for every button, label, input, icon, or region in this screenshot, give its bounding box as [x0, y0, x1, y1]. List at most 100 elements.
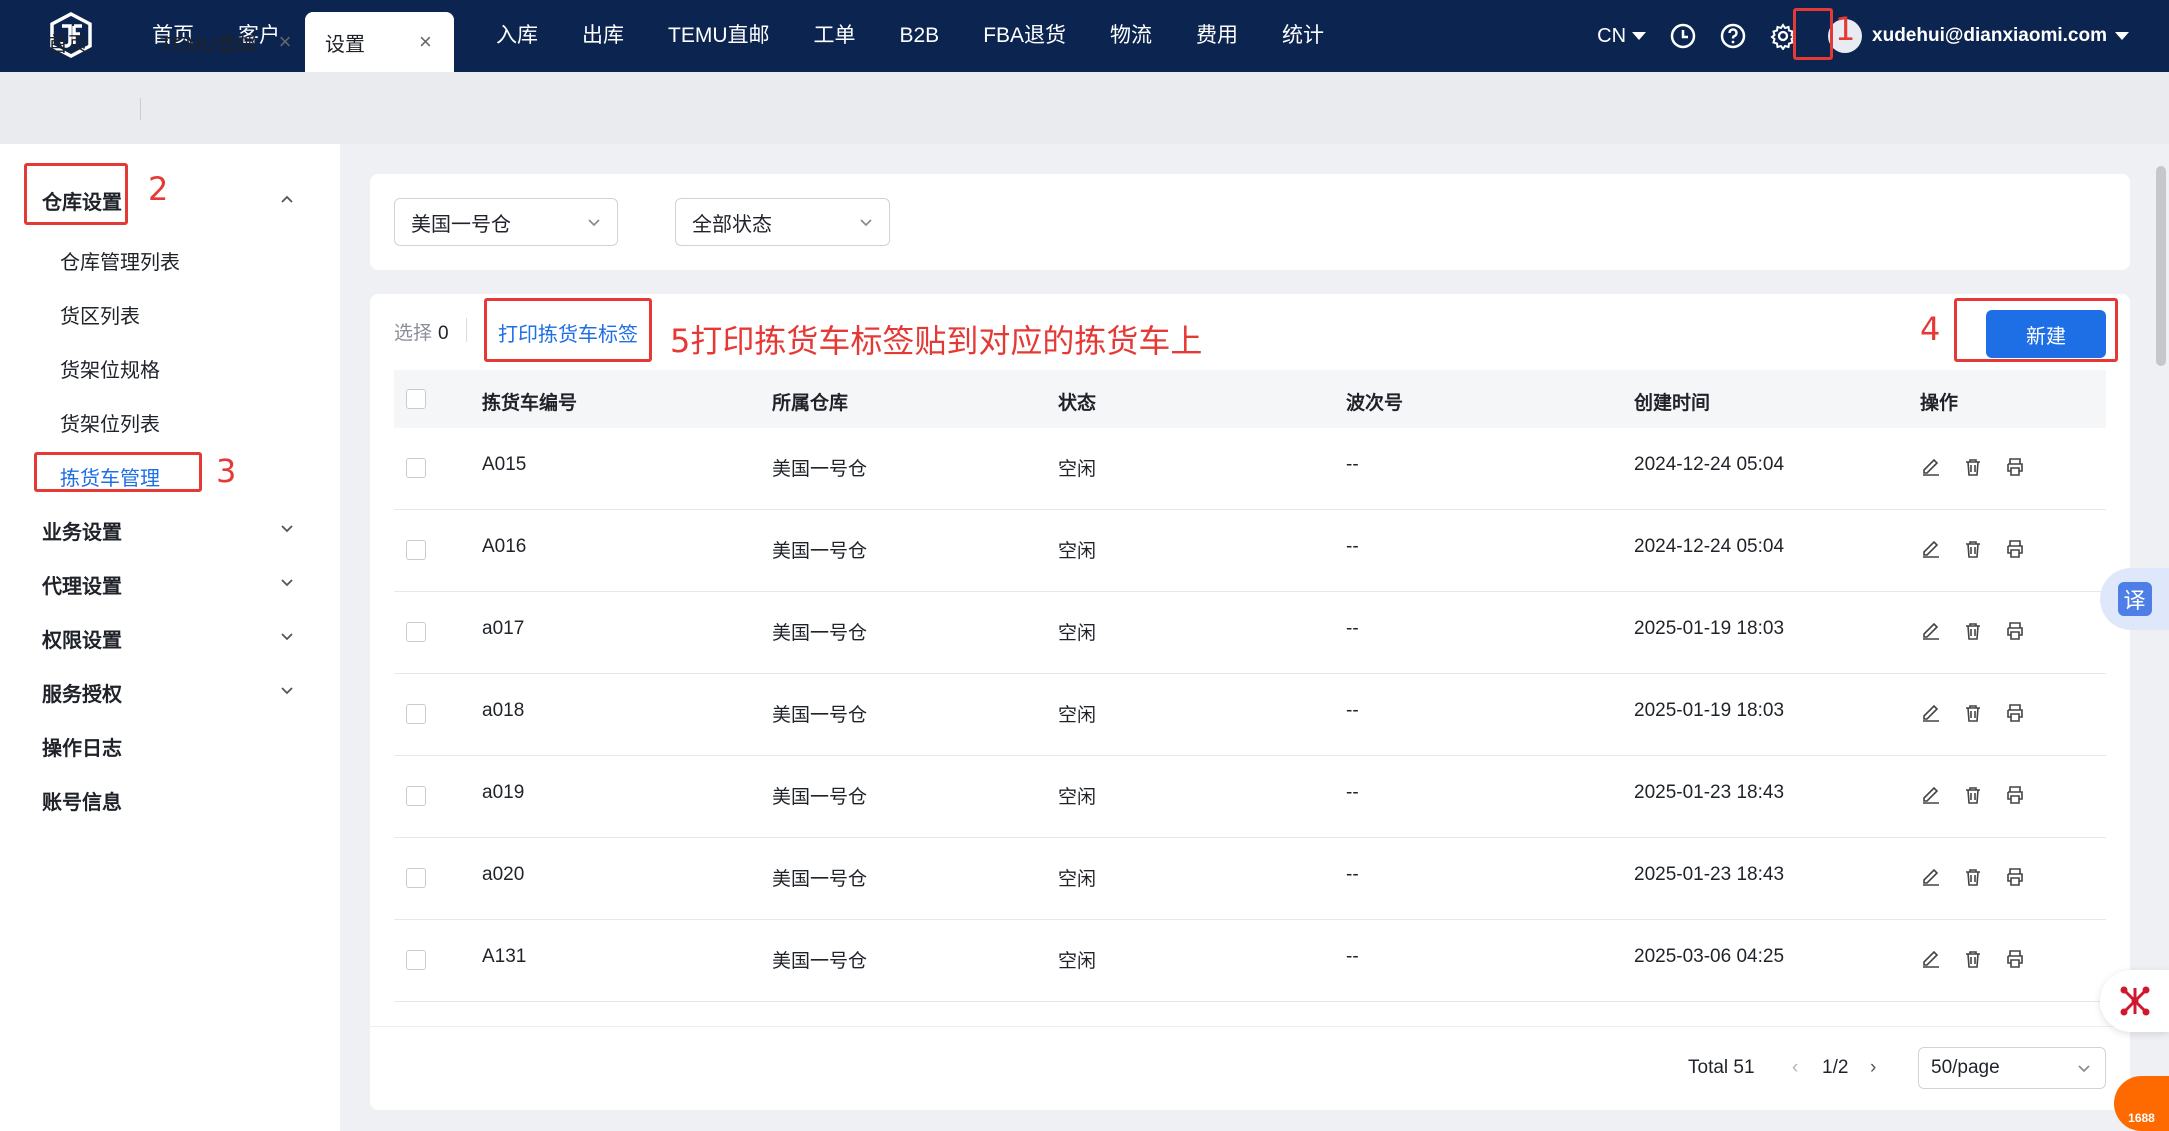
cell-cart-code: A015	[482, 454, 527, 475]
translate-widget[interactable]: 译	[2100, 568, 2169, 630]
row-checkbox[interactable]	[406, 622, 426, 642]
select-all-checkbox[interactable]	[406, 389, 426, 409]
annotation-box-picking-cart	[34, 452, 202, 492]
nav-item-fees[interactable]: 费用	[1174, 0, 1260, 72]
cell-wave: --	[1346, 618, 1359, 639]
annotation-box-new	[1954, 298, 2118, 362]
cell-status: 空闲	[1058, 623, 1097, 644]
language-label: CN	[1597, 24, 1627, 47]
sidebar-item-warehouse-list[interactable]: 仓库管理列表	[60, 246, 180, 275]
cell-wave: --	[1346, 946, 1359, 967]
page-size-select[interactable]: 50/page	[1918, 1047, 2106, 1089]
delete-icon[interactable]	[1962, 866, 1986, 890]
sidebar-group-account-info[interactable]: 账号信息	[42, 786, 122, 815]
print-icon[interactable]	[2004, 538, 2028, 562]
sidebar-item-shelf-spec[interactable]: 货架位规格	[60, 354, 160, 383]
sidebar-group-service-auth[interactable]: 服务授权	[42, 678, 122, 707]
brand-1688-icon[interactable]: 1688	[2114, 1076, 2169, 1131]
cell-created: 2024-12-24 05:04	[1634, 454, 1785, 475]
sidebar-item-shelf-list[interactable]: 货架位列表	[60, 408, 160, 437]
delete-icon[interactable]	[1962, 702, 1986, 726]
nav-item-stats[interactable]: 统计	[1260, 0, 1346, 72]
edit-icon[interactable]	[1920, 948, 1944, 972]
annotation-label-3: 3	[216, 452, 237, 490]
cell-created: 2025-01-23 18:43	[1634, 864, 1785, 885]
cell-cart-code: a020	[482, 864, 525, 885]
row-checkbox[interactable]	[406, 786, 426, 806]
nav-item-tickets[interactable]: 工单	[792, 0, 878, 72]
prev-page-icon[interactable]: ‹	[1792, 1057, 1798, 1079]
delete-icon[interactable]	[1962, 620, 1986, 644]
row-checkbox[interactable]	[406, 704, 426, 724]
edit-icon[interactable]	[1920, 702, 1944, 726]
cell-wave: --	[1346, 536, 1359, 557]
cell-wave: --	[1346, 782, 1359, 803]
user-menu[interactable]: xudehui@dianxiaomi.com	[1872, 25, 2129, 47]
clock-icon[interactable]	[1668, 21, 1698, 51]
print-icon[interactable]	[2004, 702, 2028, 726]
print-icon[interactable]	[2004, 620, 2028, 644]
nav-item-outbound[interactable]: 出库	[560, 0, 646, 72]
tab-settings[interactable]: 设置 ×	[305, 12, 454, 72]
delete-icon[interactable]	[1962, 784, 1986, 808]
next-page-icon[interactable]: ›	[1870, 1057, 1876, 1079]
cell-created: 2025-01-19 18:03	[1634, 618, 1785, 639]
row-checkbox[interactable]	[406, 950, 426, 970]
sidebar-group-operation-log[interactable]: 操作日志	[42, 732, 122, 761]
edit-icon[interactable]	[1920, 784, 1944, 808]
nav-item-temu[interactable]: TEMU直邮	[646, 0, 792, 72]
nav-item-b2b[interactable]: B2B	[878, 0, 962, 72]
chevron-up-icon[interactable]	[280, 192, 294, 206]
chevron-down-icon[interactable]	[280, 576, 294, 590]
sidebar-group-agent[interactable]: 代理设置	[42, 570, 122, 599]
print-icon[interactable]	[2004, 866, 2028, 890]
page-scrollbar[interactable]	[2156, 166, 2166, 366]
language-switch[interactable]: CN	[1597, 24, 1647, 48]
sidebar-group-business[interactable]: 业务设置	[42, 516, 122, 545]
row-checkbox[interactable]	[406, 868, 426, 888]
delete-icon[interactable]	[1962, 538, 1986, 562]
divider	[466, 318, 467, 342]
cell-warehouse: 美国一号仓	[772, 869, 868, 890]
warehouse-select[interactable]: 美国一号仓	[394, 198, 618, 246]
brand-1688-label: 1688	[2128, 1111, 2155, 1125]
cell-warehouse: 美国一号仓	[772, 459, 868, 480]
chevron-down-icon[interactable]	[280, 522, 294, 536]
sidebar-item-zone-list[interactable]: 货区列表	[60, 300, 140, 329]
delete-icon[interactable]	[1962, 948, 1986, 972]
page-indicator: 1/2	[1822, 1057, 1849, 1078]
edit-icon[interactable]	[1920, 620, 1944, 644]
sidebar-group-permissions[interactable]: 权限设置	[42, 624, 122, 653]
edit-icon[interactable]	[1920, 538, 1944, 562]
chevron-down-icon	[588, 219, 600, 227]
print-icon[interactable]	[2004, 784, 2028, 808]
col-wave: 波次号	[1346, 393, 1404, 414]
chevron-down-icon[interactable]	[280, 630, 294, 644]
print-icon[interactable]	[2004, 948, 2028, 972]
tab-label: 设置	[325, 33, 365, 56]
col-actions: 操作	[1920, 393, 1959, 414]
annotation-box-settings	[1793, 8, 1833, 60]
chevron-down-icon[interactable]	[280, 684, 294, 698]
annotation-label-2: 2	[148, 170, 169, 208]
delete-icon[interactable]	[1962, 456, 1986, 480]
tab-temu[interactable]: TEMU直邮 ×	[160, 12, 292, 72]
nav-item-fba-return[interactable]: FBA退货	[961, 0, 1088, 72]
row-checkbox[interactable]	[406, 540, 426, 560]
help-icon[interactable]	[1718, 21, 1748, 51]
edit-icon[interactable]	[1920, 456, 1944, 480]
cell-created: 2024-12-24 05:04	[1634, 536, 1785, 557]
row-checkbox[interactable]	[406, 458, 426, 478]
cell-status: 空闲	[1058, 541, 1097, 562]
cell-status: 空闲	[1058, 459, 1097, 480]
nav-item-inbound[interactable]: 入库	[474, 0, 560, 72]
edit-icon[interactable]	[1920, 866, 1944, 890]
cell-cart-code: A016	[482, 536, 527, 557]
nav-item-logistics[interactable]: 物流	[1088, 0, 1174, 72]
tab-home[interactable]: 首页	[48, 12, 88, 72]
network-icon[interactable]	[2100, 970, 2169, 1032]
print-icon[interactable]	[2004, 456, 2028, 480]
status-select[interactable]: 全部状态	[675, 198, 890, 246]
close-icon[interactable]: ×	[419, 29, 432, 55]
close-icon[interactable]: ×	[279, 29, 292, 55]
